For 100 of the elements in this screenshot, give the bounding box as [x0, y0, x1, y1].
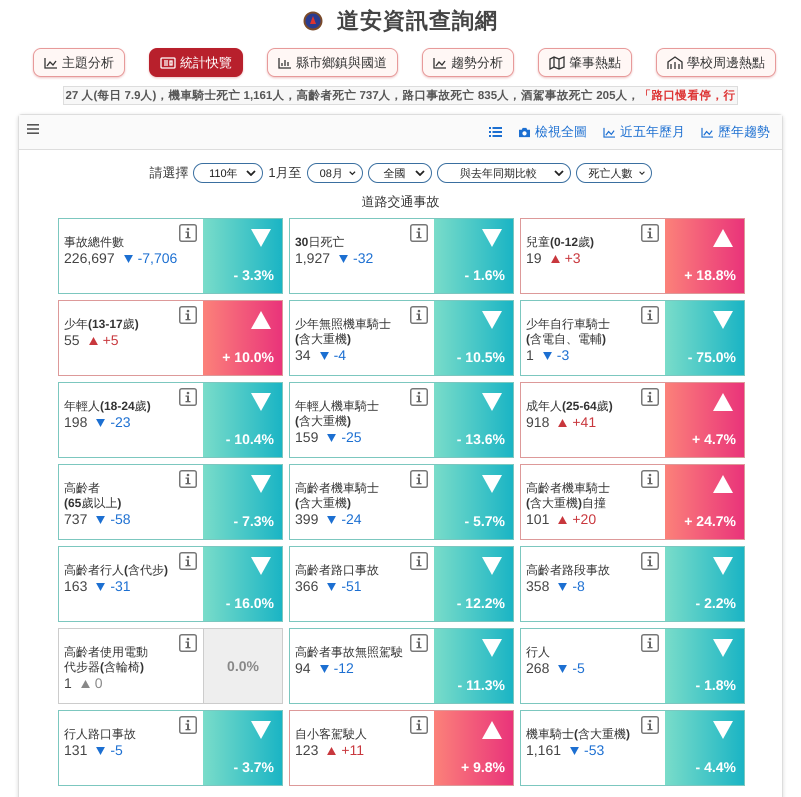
- news-ticker: 27 人(每日 7.9人)，機車騎士死亡 1,161人，高齡者死亡 737人，路口事故死亡 835人，酒駕事故死亡 205人，「路口慢看停，行: [62, 86, 738, 105]
- chevron-down-icon: [414, 170, 425, 176]
- card-delta: -53: [584, 742, 604, 758]
- info-icon[interactable]: [410, 634, 428, 652]
- card-title: (含大重機): [295, 332, 352, 347]
- percent-change: - 12.2%: [456, 595, 505, 611]
- line-chart-icon: [433, 56, 447, 68]
- dropdown[interactable]: 死亡人數: [576, 163, 652, 183]
- info-icon[interactable]: [410, 224, 428, 242]
- info-icon[interactable]: [179, 716, 197, 734]
- info-icon[interactable]: [179, 634, 197, 652]
- down-triangle-icon: [327, 434, 336, 442]
- menu-icon[interactable]: [27, 124, 39, 134]
- down-triangle-icon: [713, 557, 733, 575]
- toolbar-link[interactable]: 檢視全圖: [518, 123, 587, 141]
- info-icon[interactable]: [410, 716, 428, 734]
- card-delta: -8: [572, 578, 585, 594]
- info-icon[interactable]: [641, 716, 659, 734]
- list-icon[interactable]: [489, 127, 502, 137]
- card-value: 1,161: [526, 742, 562, 758]
- nav-tab[interactable]: 縣市鄉鎮與國道: [267, 48, 398, 77]
- card-value: 737: [64, 511, 88, 527]
- section-title: 道路交通事故: [360, 193, 440, 211]
- card-value: 55: [64, 332, 80, 348]
- card-delta: -58: [110, 511, 131, 527]
- percent-change: - 2.2%: [696, 595, 736, 611]
- nav-tab[interactable]: 趨勢分析: [422, 48, 514, 77]
- card-value: 399: [295, 511, 318, 527]
- emblem-icon: [303, 11, 323, 31]
- info-icon[interactable]: [410, 306, 428, 324]
- card-delta: -4: [334, 347, 346, 363]
- down-triangle-icon: [482, 557, 502, 575]
- site-title: 道安資訊查詢網: [337, 7, 498, 35]
- down-triangle-icon: [542, 352, 552, 360]
- percent-change: 0.0%: [227, 658, 259, 674]
- dropdown[interactable]: 全國: [368, 163, 432, 183]
- info-icon[interactable]: [179, 224, 197, 242]
- info-icon[interactable]: [410, 470, 428, 488]
- card-title: 高齡者機車騎士: [295, 481, 379, 496]
- card-title: 高齡者路段事故: [526, 563, 610, 578]
- line-chart-icon: [603, 126, 616, 138]
- info-icon[interactable]: [641, 388, 659, 406]
- info-icon[interactable]: [641, 634, 659, 652]
- nav-tab[interactable]: 學校周邊熱點: [656, 48, 776, 77]
- filter-label: 請選擇: [149, 164, 188, 182]
- info-icon[interactable]: [179, 552, 197, 570]
- info-icon[interactable]: [641, 552, 659, 570]
- percent-change: + 18.8%: [684, 267, 736, 283]
- card-delta: -3: [556, 347, 570, 363]
- up-triangle-icon: [88, 337, 98, 345]
- nav-tab[interactable]: 肇事熱點: [538, 48, 632, 77]
- card-value: 94: [295, 660, 311, 676]
- dropdown[interactable]: 與去年同期比較: [436, 163, 571, 183]
- card-delta: -12: [334, 660, 354, 676]
- percent-change: - 13.6%: [456, 431, 505, 447]
- card-delta: +20: [572, 511, 596, 527]
- card-title: (65歲以上): [64, 496, 122, 511]
- dropdown[interactable]: 08月: [306, 163, 363, 183]
- percent-change: - 11.3%: [458, 677, 505, 693]
- nav-tab[interactable]: 統計快覽: [149, 48, 243, 77]
- card-title: 高齡者使用電動: [64, 645, 148, 660]
- card-value: 366: [295, 578, 318, 594]
- card-title: 年輕人機車騎士: [295, 399, 379, 414]
- chevron-down-icon: [638, 170, 645, 176]
- card-title: 成年人(25-64歲): [526, 399, 613, 414]
- nav-tab[interactable]: 主題分析: [33, 48, 125, 77]
- camera-icon: [518, 126, 531, 138]
- info-icon[interactable]: [641, 470, 659, 488]
- dropdown[interactable]: 110年: [193, 163, 264, 183]
- percent-change: - 10.4%: [226, 431, 274, 447]
- down-triangle-icon: [251, 229, 271, 247]
- toolbar-link[interactable]: 近五年歷月: [603, 123, 685, 141]
- down-triangle-icon: [482, 639, 502, 657]
- info-icon[interactable]: [641, 224, 659, 242]
- info-icon[interactable]: [410, 388, 428, 406]
- toolbar-link[interactable]: 歷年趨勢: [701, 123, 770, 141]
- card-value: 123: [295, 742, 318, 758]
- down-triangle-icon: [124, 255, 133, 263]
- down-triangle-icon: [713, 311, 733, 329]
- bar-chart-icon: [278, 56, 292, 68]
- percent-change: - 7.3%: [234, 513, 274, 529]
- card-delta: +11: [341, 742, 364, 758]
- card-delta: -5: [572, 660, 585, 676]
- card-title: 事故總件數: [64, 235, 125, 250]
- card-value: 19: [526, 250, 542, 266]
- down-triangle-icon: [320, 665, 329, 673]
- info-icon[interactable]: [179, 306, 197, 324]
- card-title: 行人路口事故: [64, 727, 136, 742]
- info-icon[interactable]: [179, 470, 197, 488]
- up-triangle-icon: [251, 311, 271, 329]
- card-title: 高齡者機車騎士: [526, 481, 610, 496]
- card-value: 131: [64, 742, 88, 758]
- down-triangle-icon: [558, 583, 568, 591]
- up-triangle-icon: [558, 419, 568, 427]
- card-title: (含大重機): [295, 496, 352, 511]
- card-value: 1,927: [295, 250, 330, 266]
- up-triangle-icon: [713, 229, 733, 247]
- info-icon[interactable]: [410, 552, 428, 570]
- info-icon[interactable]: [179, 388, 197, 406]
- info-icon[interactable]: [641, 306, 659, 324]
